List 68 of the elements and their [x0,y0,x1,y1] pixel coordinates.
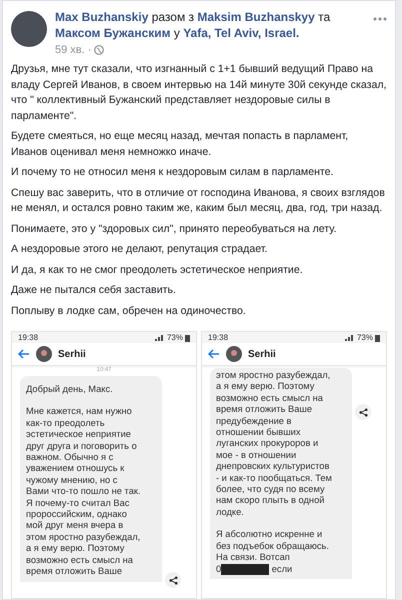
message-text: важном. Обычно я с [26,452,114,464]
share-button[interactable] [355,404,371,420]
message-text: Я почему-то считал Вас [26,498,130,510]
message-text: как-то преодолеть [26,418,106,430]
message-text: если [270,564,292,575]
message-text: а я ему верю. Поэтому [216,381,316,393]
message-text: луганских прокуроров и [216,438,320,450]
signal-icon [154,334,165,341]
share-button[interactable] [165,572,181,588]
status-time: 19:38 [208,333,228,342]
message-text: этом яростно разубеждал, [216,370,332,382]
message-text: днепровских культуристов [216,461,330,473]
post-paragraph: Друзья, мне тут сказали, что изгнанный с 1+1 бывший ведущий Право на владу Сергей Иванов, в своем интервью на 14й минуте 30й секунде сказал, что " коллективный Бужанский представляет нездоровые силы в парламенте". [11,62,387,124]
contact-name: Serhii [248,348,276,360]
signal-icon [344,334,355,341]
message-text: отношении бывших [216,427,302,438]
redaction-bar [221,564,270,575]
message-text: этом яростно разубеждал, [26,532,142,544]
message-text: более, что судя по всему [216,484,326,496]
message-text: время отложить Ваше [26,566,124,578]
post-paragraph: Спешу вас заверить, что в отличие от господина Иванова, я своих взглядов не менял, и остался ровно таким же, каким был месяц, два, год, три назад. [11,186,386,216]
message-text: На связи. Вотсап [216,552,291,564]
message-text: Мне кажется, нам нужно [26,406,133,418]
back-arrow-icon[interactable] [18,349,30,359]
post-time[interactable]: 59 хв. [55,44,85,56]
message-text: пророссийским, однако [26,509,128,520]
battery-icon [185,334,190,342]
more-options-icon[interactable] [373,17,387,21]
message-text: мое - в отношении [216,450,298,462]
post-paragraph: И почему то не относил меня к нездоровым силам в парламенте. [11,165,335,180]
post-paragraph: Будете смеяться, но еще месяц назад, мечтая попасть в парламент, Иванов оценивал меня немножко иначе. [11,129,350,160]
back-arrow-icon[interactable] [208,349,220,359]
message-text: мой друг меня вчера в [26,520,124,532]
message-text: а я ему верю. Поэтому [26,543,126,555]
battery-icon [375,334,380,342]
battery-percent: 73% [356,333,373,342]
message-text: Добрый день, Макс. [26,384,114,396]
share-icon [168,576,178,584]
message-text: уважением отношусь к [26,463,126,475]
message-text: эстетическое неприятие [26,429,132,441]
post-paragraph: И да, я как то не смог преодолеть эстетическое неприятие. [11,262,304,278]
message-text: возможно есть смысл на [216,392,324,404]
status-time: 19:38 [18,333,38,342]
contact-name: Serhii [58,348,86,360]
post-paragraph: А нездоровые этого не делают, репутация страдает. [11,242,268,257]
avatar[interactable] [11,11,47,47]
share-icon [358,408,368,416]
post-paragraph: Понимаете, это у "здоровых сил", принято переобуваться на лету. [11,222,338,236]
message-text: Я абсолютно искренне и [216,529,324,541]
message-text: предубеждение в [216,416,292,428]
message-text: друг друга и поговорить о [26,440,138,452]
message-text: время отложить Ваше [216,404,314,416]
globe-icon [94,45,104,55]
post-paragraph: Поплыву в лодке сам, обречен на одиночество. [11,304,247,318]
message-text: нам скоро плыть в одной [216,495,326,507]
battery-percent: 73% [166,333,183,342]
post-paragraph: Даже не пытался себя заставить. [11,283,177,298]
post-header-text: Max Buzhanskiy разом з Maksim Buzhanskyy та Максом Бужанским у Yafa, Tel Aviv, Israel. [55,9,332,41]
meta-separator: · [88,44,92,56]
contact-avatar-icon [226,346,242,362]
message-text: - и как-то пообщаться. Тем [216,472,333,484]
message-text: лодке. [216,506,245,518]
message-text: Вами что-то пошло не так. [26,486,142,498]
message-text: 0 [216,564,222,575]
message-text: чужому мнению, но с [26,474,118,486]
message-text: без подъебок обращаюсь. [216,540,330,552]
message-text: возможно есть смысл на [26,554,134,566]
contact-avatar-icon [36,346,52,362]
